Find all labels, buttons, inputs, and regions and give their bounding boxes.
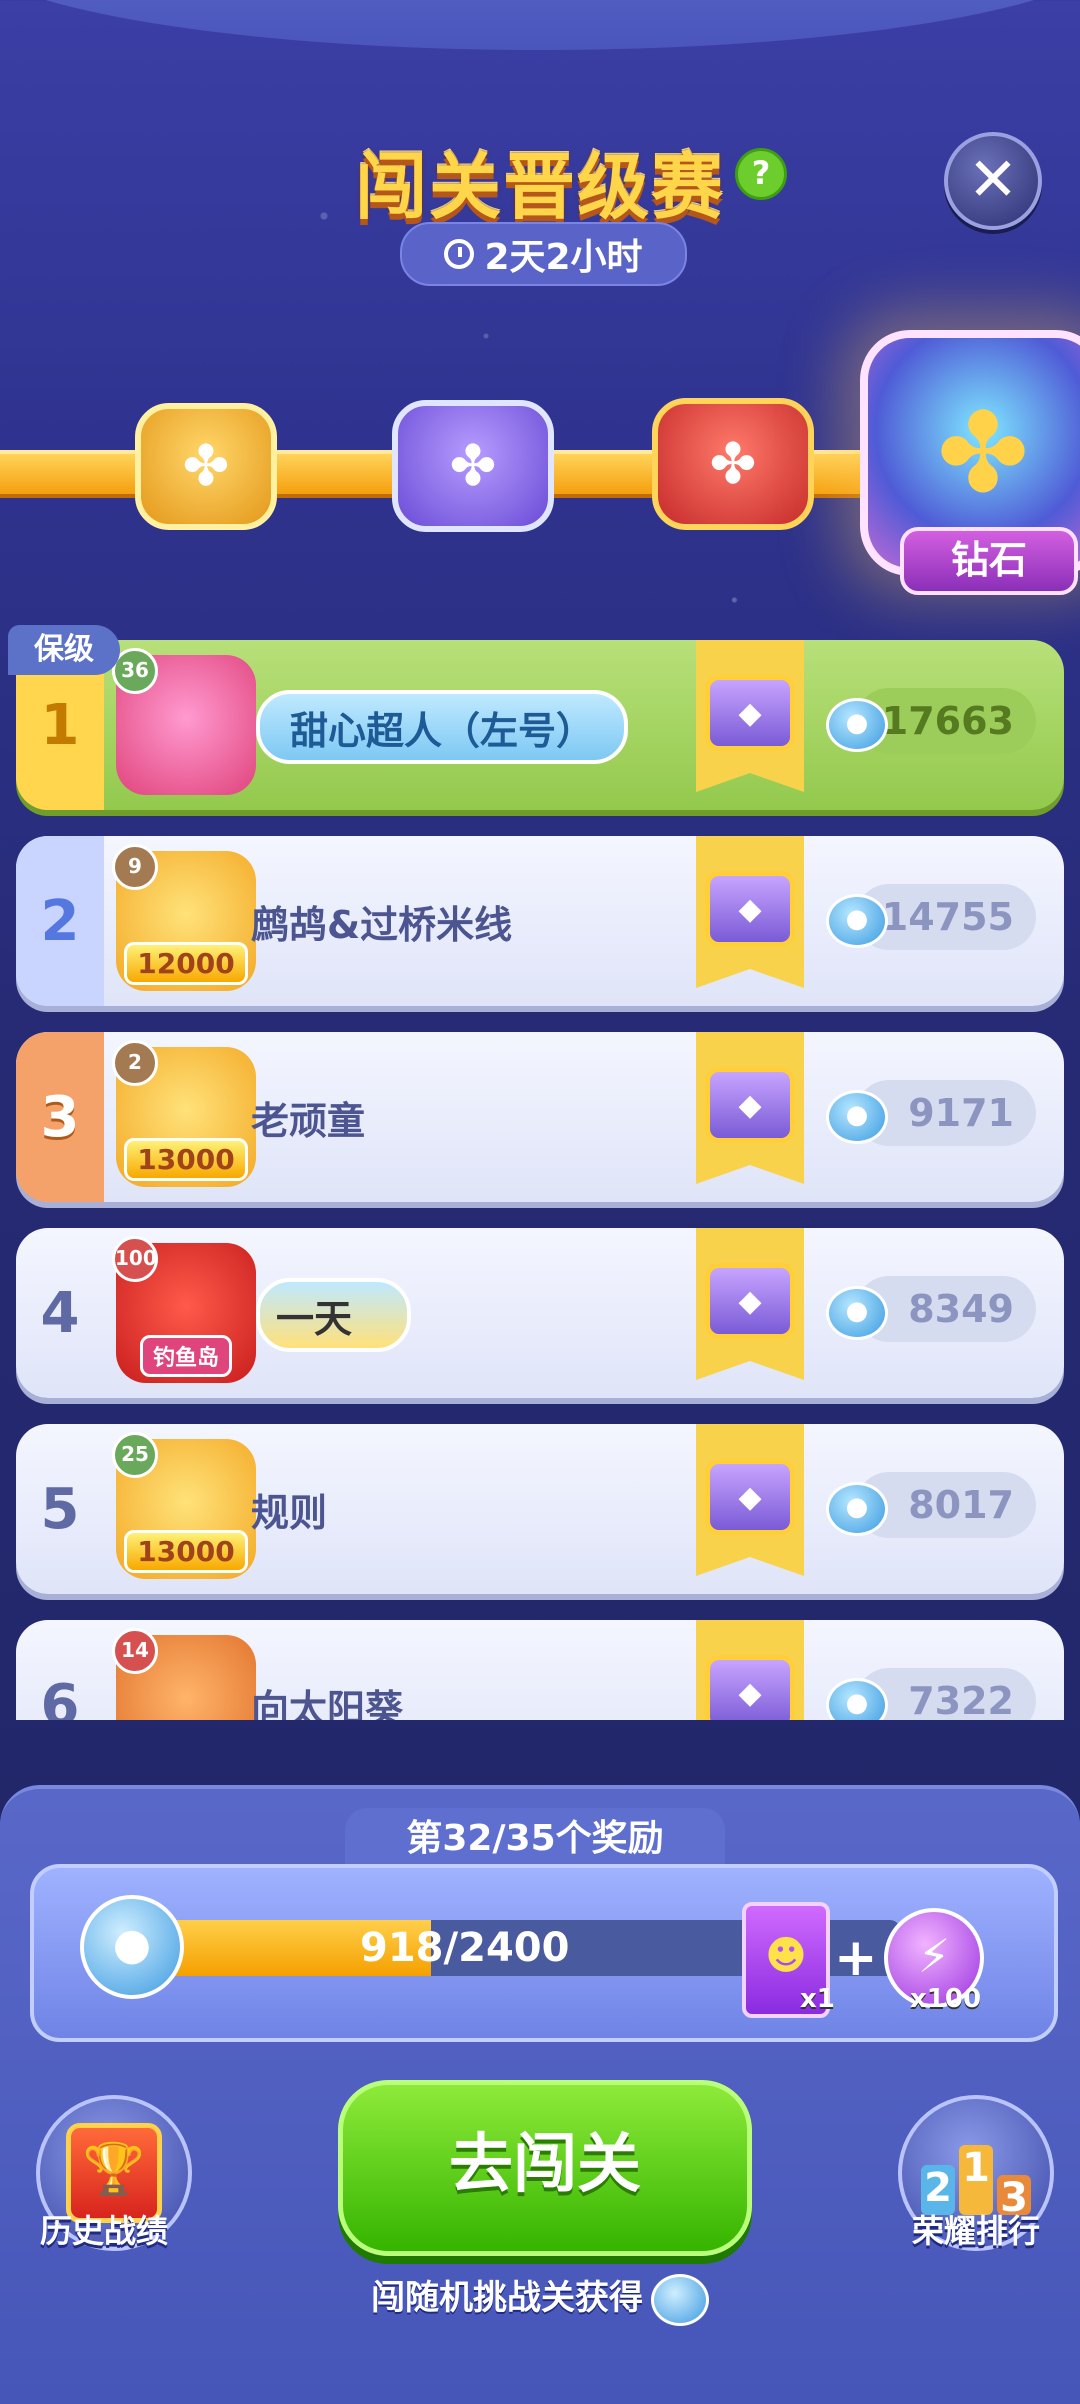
leaderboard-list[interactable]: 1 36 甜心超人（左号） ◆ 17663 ● 2 12000 9 鹧鸪&过桥米… [0,620,1080,1720]
help-icon[interactable]: ? [735,148,787,200]
player-level: 2 [112,1040,158,1086]
player-name: 一天 [256,1278,411,1352]
protect-tag: 保级 [8,625,120,675]
reward-chest-icon[interactable]: ◆ [696,640,804,792]
reward-chest-icon[interactable]: ◆ [696,1620,804,1720]
player-name: 鹧鸪&过桥米线 [251,902,513,947]
player-name: 甜心超人（左号） [256,690,629,764]
avatar-points: 13000 [124,1530,248,1573]
drop-icon: ● [826,894,888,948]
leaderboard-row-4[interactable]: 4 钓鱼岛 100 一天 ◆ 8349 ● [16,1228,1064,1398]
silver-tier-badge-icon: ✤ [392,400,554,532]
clock-icon [444,239,475,269]
progress-text: 918/2400 [360,1925,570,1971]
player-level: 100 [112,1236,158,1282]
countdown-timer: 2天2小时 [400,222,687,286]
red-tier-badge-icon: ✤ [652,398,814,530]
leaderboard-row-3[interactable]: 3 13000 2 老顽童 ◆ 9171 ● [16,1032,1064,1202]
reward-chest-icon[interactable]: ◆ [696,836,804,988]
leaderboard-row-2[interactable]: 2 12000 9 鹧鸪&过桥米线 ◆ 14755 ● [16,836,1064,1006]
drop-icon: ● [826,698,888,752]
orb-quantity: x100 [910,1984,982,2014]
reward-chest-icon[interactable]: ◆ [696,1228,804,1380]
close-button[interactable]: ✕ [944,132,1042,230]
history-label: 历史战绩 [40,2212,169,2250]
rank-number: 2 [16,836,104,1006]
drop-icon: ● [826,1286,888,1340]
player-name: 规则 [251,1490,328,1535]
reward-counter: 第32/35个奖励 [345,1808,725,1870]
player-name: 向太阳葵 [251,1686,404,1721]
plus-icon: + [834,1928,878,1988]
avatar-badge: 钓鱼岛 [139,1335,232,1377]
timer-text: 2天2小时 [484,237,643,278]
player-level: 9 [112,844,158,890]
drop-icon: ● [826,1090,888,1144]
player-level: 25 [112,1432,158,1478]
avatar-points: 13000 [124,1138,248,1181]
leaderboard-row-5[interactable]: 5 13000 25 规则 ◆ 8017 ● [16,1424,1064,1594]
avatar-points: 12000 [124,942,248,985]
leaderboard-row-6[interactable]: 6 14 向太阳葵 ◆ 7322 ● [16,1620,1064,1720]
ranking-label: 荣耀排行 [912,2212,1041,2250]
reward-chest-icon[interactable]: ◆ [696,1424,804,1576]
hint-row: 闯随机挑战关获得 [0,2270,1080,2326]
go-button[interactable]: 去闯关 [338,2080,752,2256]
drop-icon: ● [826,1482,888,1536]
card-quantity: x1 [800,1984,835,2014]
diamond-tier-label: 钻石 [900,527,1078,595]
rank-number: 5 [40,1476,80,1542]
player-name: 老顽童 [251,1098,366,1143]
leaderboard-row-1[interactable]: 1 36 甜心超人（左号） ◆ 17663 ● [16,640,1064,810]
gold-tier-badge-icon: ✤ [135,403,277,530]
rank-number: 4 [40,1280,80,1346]
page-title: 闯关晋级赛 [354,145,725,229]
drop-icon: ● [80,1895,184,1999]
rank-number: 3 [16,1032,104,1202]
hint-text: 闯随机挑战关获得 [371,2278,643,2318]
player-level: 14 [112,1628,158,1674]
drop-icon [651,2273,709,2326]
podium-icon: 2 1 3 [921,2131,1031,2221]
reward-chest-icon[interactable]: ◆ [696,1032,804,1184]
rank-number: 6 [40,1672,80,1721]
